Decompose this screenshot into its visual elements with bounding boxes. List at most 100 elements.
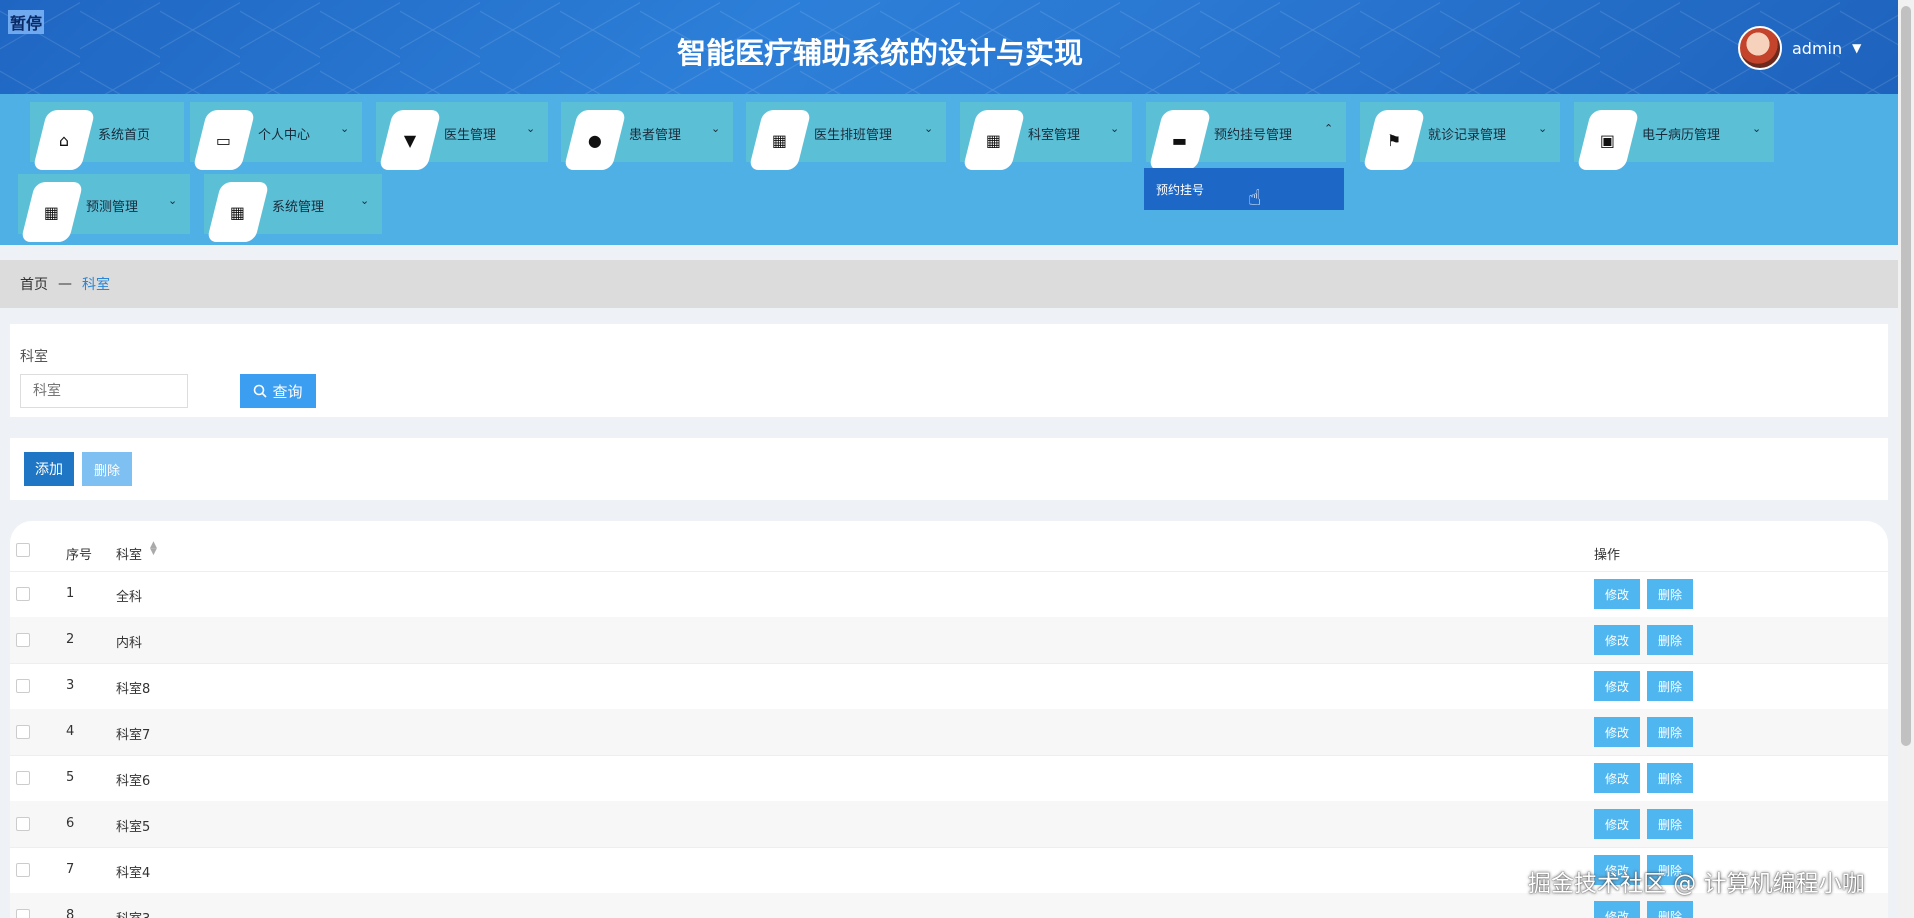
search-icon: [254, 384, 268, 398]
table-row: 5 科室6 修改 删除: [10, 755, 1888, 802]
row-department-name: 科室4: [116, 866, 151, 881]
edit-button[interactable]: 修改: [1594, 671, 1640, 701]
avatar[interactable]: [1738, 26, 1782, 70]
delete-button[interactable]: 删除: [1647, 671, 1693, 701]
scrollbar-thumb[interactable]: [1901, 6, 1911, 746]
edit-button[interactable]: 修改: [1594, 579, 1640, 609]
nav-item-label: 医生排班管理: [814, 128, 893, 143]
table-row: 6 科室5 修改 删除: [10, 801, 1888, 848]
row-department-name: 科室8: [116, 682, 151, 697]
row-department-name: 科室7: [116, 728, 151, 743]
user-menu[interactable]: admin ▼: [1738, 26, 1861, 70]
nav-item-2[interactable]: ▭ 个人中心 ⌄: [190, 102, 362, 170]
edit-button[interactable]: 修改: [1594, 763, 1640, 793]
edit-button[interactable]: 修改: [1594, 625, 1640, 655]
nav-item-label: 预约挂号管理: [1214, 128, 1293, 143]
user-name[interactable]: admin: [1792, 39, 1842, 58]
breadcrumb-current: 科室: [82, 277, 110, 293]
nav-icon-box: ▦: [748, 110, 812, 170]
delete-button[interactable]: 删除: [1647, 809, 1693, 839]
nav-item-7[interactable]: ▬ 预约挂号管理 ⌃: [1146, 102, 1346, 170]
row-checkbox[interactable]: [16, 817, 30, 831]
nav-item-5[interactable]: ▦ 医生排班管理 ⌄: [746, 102, 946, 170]
app-title: 智能医疗辅助系统的设计与实现: [676, 36, 1083, 70]
delete-button[interactable]: 删除: [1647, 763, 1693, 793]
chevron-down-icon: ⌄: [1538, 122, 1548, 135]
nav-item-11[interactable]: ▦ 系统管理 ⌄: [204, 174, 382, 242]
flag-icon: ⚑: [1386, 130, 1402, 150]
watermark: 掘金技术社区 @ 计算机编程小咖: [1528, 871, 1865, 897]
batch-delete-button[interactable]: 删除: [82, 452, 132, 486]
row-department-name: 科室3: [116, 908, 150, 918]
row-index: 1: [66, 586, 75, 601]
delete-button[interactable]: 删除: [1647, 579, 1693, 609]
column-header-operations: 操作: [1594, 548, 1621, 563]
row-checkbox[interactable]: [16, 909, 30, 918]
nav-icon-box: ▦: [962, 110, 1026, 170]
hand-cursor-icon: ☝: [1248, 186, 1262, 211]
row-checkbox[interactable]: [16, 633, 30, 647]
row-department-name: 全科: [116, 590, 143, 605]
user-caret-icon[interactable]: ▼: [1852, 41, 1861, 55]
row-checkbox[interactable]: [16, 725, 30, 739]
nav-item-label: 就诊记录管理: [1428, 128, 1507, 143]
row-index: 4: [66, 724, 75, 739]
chevron-down-icon: ⌄: [1110, 122, 1120, 135]
edit-button[interactable]: 修改: [1594, 901, 1640, 918]
action-panel: 添加 删除: [10, 438, 1888, 500]
nav-item-label: 患者管理: [629, 128, 682, 143]
nav-item-8[interactable]: ⚑ 就诊记录管理 ⌄: [1360, 102, 1560, 170]
nav-icon-box: ⚑: [1362, 110, 1426, 170]
pin-icon: ●: [588, 130, 602, 150]
row-checkbox[interactable]: [16, 679, 30, 693]
printer-icon: ▣: [1600, 130, 1616, 150]
delete-button[interactable]: 删除: [1647, 717, 1693, 747]
nav-icon-box: ●: [563, 110, 627, 170]
nav-item-9[interactable]: ▣ 电子病历管理 ⌄: [1574, 102, 1774, 170]
chevron-down-icon: ⌄: [360, 194, 370, 207]
nav-item-1[interactable]: ⌂ 系统首页: [30, 102, 184, 170]
chat-icon: ▬: [1172, 130, 1188, 150]
page-scrollbar[interactable]: [1898, 0, 1914, 918]
row-checkbox[interactable]: [16, 863, 30, 877]
row-index: 8: [66, 908, 75, 918]
edit-button[interactable]: 修改: [1594, 717, 1640, 747]
nav-item-label: 医生管理: [444, 128, 497, 143]
row-checkbox[interactable]: [16, 587, 30, 601]
breadcrumb-home[interactable]: 首页: [20, 274, 48, 294]
nav-item-label: 系统管理: [272, 200, 325, 215]
nav-item-4[interactable]: ● 患者管理 ⌄: [561, 102, 733, 170]
row-department-name: 科室6: [116, 774, 151, 789]
row-index: 5: [66, 770, 75, 785]
table-row: 4 科室7 修改 删除: [10, 709, 1888, 756]
row-index: 3: [66, 678, 75, 693]
nav-item-label: 电子病历管理: [1642, 128, 1721, 143]
nav-icon-box: ▭: [192, 110, 256, 170]
nav-icon-box: ▦: [20, 182, 84, 242]
search-button[interactable]: 查询: [240, 374, 316, 408]
column-header-name[interactable]: 科室: [116, 544, 142, 563]
nav-item-6[interactable]: ▦ 科室管理 ⌄: [960, 102, 1132, 170]
row-checkbox[interactable]: [16, 771, 30, 785]
delete-button[interactable]: 删除: [1647, 625, 1693, 655]
column-header-index: 序号: [66, 548, 93, 563]
search-panel: 科室 查询: [10, 324, 1888, 417]
nav-icon-box: ▬: [1148, 110, 1212, 170]
edit-button[interactable]: 修改: [1594, 809, 1640, 839]
row-index: 7: [66, 862, 75, 877]
nav-item-10[interactable]: ▦ 预测管理 ⌄: [18, 174, 190, 242]
chevron-down-icon: ⌄: [711, 122, 721, 135]
delete-button[interactable]: 删除: [1647, 901, 1693, 918]
chevron-down-icon: ⌃: [1324, 122, 1334, 135]
brush-icon: ▼: [403, 130, 417, 150]
department-table: 序号 科室 ▲ ▼ 操作 1 全科 修改 删除 2 内科 修改 删除 3 科室8 修改 删除 4 科室7 修改…: [10, 521, 1888, 918]
dropdown-item-appointment[interactable]: 预约挂号: [1144, 168, 1344, 210]
select-all-checkbox[interactable]: [16, 543, 30, 557]
sort-icon[interactable]: ▲ ▼: [150, 541, 157, 557]
nav-item-label: 系统首页: [98, 128, 151, 143]
grid-icon: ▦: [44, 202, 60, 222]
add-button[interactable]: 添加: [24, 452, 74, 486]
nav-item-3[interactable]: ▼ 医生管理 ⌄: [376, 102, 548, 170]
search-input[interactable]: [20, 374, 188, 408]
search-label: 科室: [20, 349, 48, 365]
